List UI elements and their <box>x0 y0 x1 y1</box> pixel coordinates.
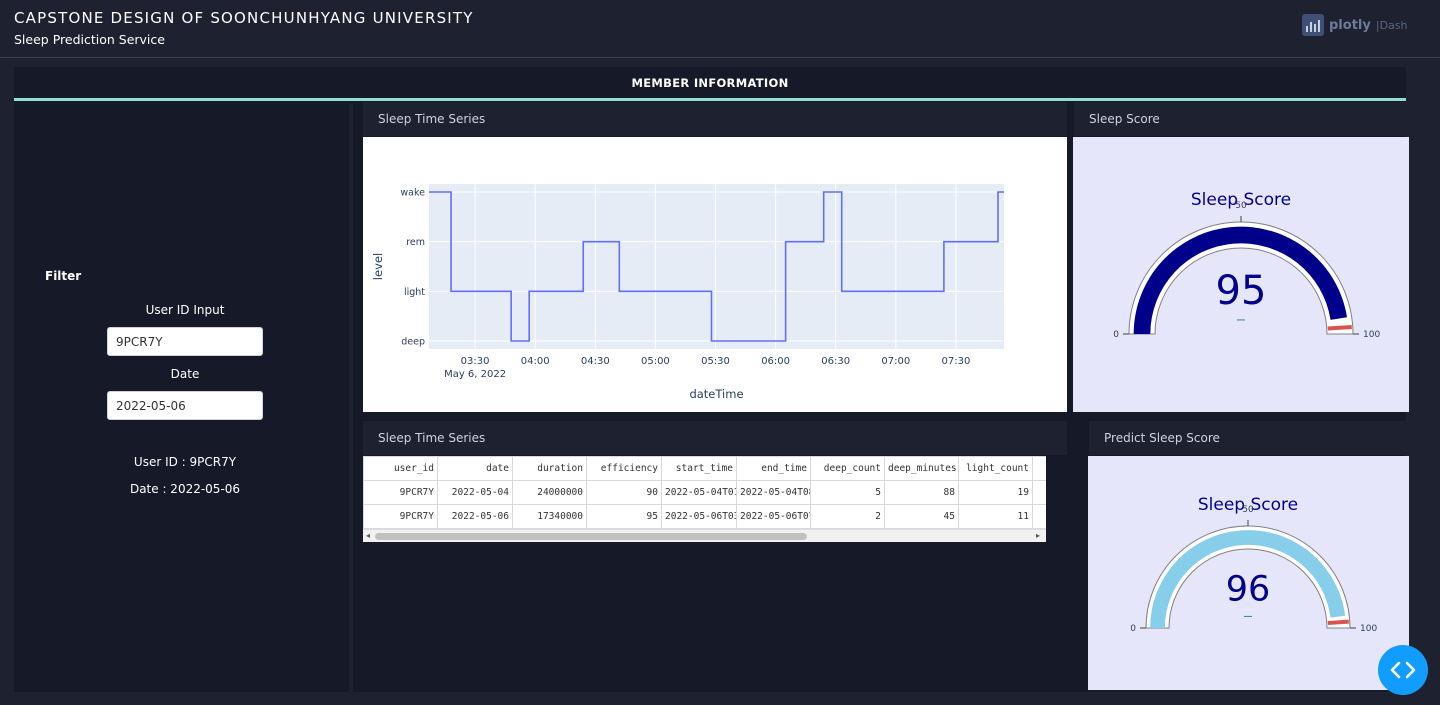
gauge-value: 95 <box>1216 268 1267 314</box>
table-row[interactable]: 9PCR7Y2022-05-0424000000902022-05-04T01:… <box>363 480 1046 505</box>
logo-text: plotly <box>1329 17 1371 33</box>
table-header-cell[interactable]: user_id <box>363 456 438 481</box>
plotly-dash-logo[interactable]: plotly |Dash <box>1302 14 1407 36</box>
gauge-value: 96 <box>1226 569 1271 609</box>
scrollbar-thumb[interactable] <box>375 533 807 540</box>
gauge-threshold-marker <box>1327 325 1352 331</box>
y-axis-title: level <box>371 253 385 280</box>
table-cell[interactable]: 2 <box>810 504 885 529</box>
banner-subtitle: Sleep Prediction Service <box>14 32 165 47</box>
date-label: Date <box>170 367 200 381</box>
score-panel-title: Sleep Score <box>1074 102 1406 136</box>
code-brackets-icon <box>1390 661 1416 679</box>
x-tick-label: 06:30 <box>821 356 850 367</box>
table-cell[interactable]: 95 <box>586 504 662 529</box>
table-cell[interactable]: 2022-05-06 <box>437 504 513 529</box>
table-panel-title: Sleep Time Series <box>363 421 1067 455</box>
table-cell[interactable]: 2022-05-04T01:4 <box>661 480 737 505</box>
timeseries-panel-title: Sleep Time Series <box>363 102 1067 136</box>
x-tick-label: 03:30 <box>461 356 490 367</box>
gauge-tick-label: 100 <box>1363 330 1380 340</box>
timeseries-svg: 03:30 04:00 04:30 05:00 05:30 06:00 06:30 07:00… <box>371 184 1005 401</box>
gauge-svg: Sleep Score05010096− <box>1130 495 1377 634</box>
table-cell[interactable]: 9PCR7Y <box>363 480 438 505</box>
sleep-data-table[interactable]: user_id date duration efficiency start_time e… <box>363 456 1046 542</box>
table-cell[interactable]: 24000000 <box>512 480 587 505</box>
data-table: user_id date duration efficiency start_time e… <box>363 456 1046 529</box>
gauge-threshold-marker <box>1327 619 1349 625</box>
filter-sidebar: Filter User ID Input Date User ID : 9PCR… <box>14 104 353 692</box>
tab-member-information[interactable]: MEMBER INFORMATION <box>632 76 789 90</box>
table-header-cell[interactable]: efficiency <box>586 456 662 481</box>
table-header-cell-overflow <box>1032 456 1046 481</box>
dash-debug-button[interactable] <box>1378 645 1428 695</box>
table-cell[interactable]: 17340000 <box>512 504 587 529</box>
table-cell-overflow <box>1032 480 1046 505</box>
date-input[interactable] <box>107 391 263 420</box>
x-date-label: May 6, 2022 <box>444 369 506 380</box>
table-header-cell[interactable]: light_count <box>958 456 1033 481</box>
table-header-cell[interactable]: date <box>437 456 513 481</box>
table-cell[interactable]: 45 <box>884 504 959 529</box>
sleep-score-gauge[interactable]: Sleep Score 0 50 100 95− <box>1073 137 1409 412</box>
plot-area <box>429 184 1004 349</box>
table-cell[interactable]: 2022-05-04T08:2 <box>736 480 811 505</box>
table-cell[interactable]: 9PCR7Y <box>363 504 438 529</box>
x-tick-label: 04:00 <box>521 356 550 367</box>
logo-product: |Dash <box>1375 18 1408 32</box>
sleep-timeseries-plot[interactable]: 03:30 04:00 04:30 05:00 05:30 06:00 06:30 07:00… <box>363 137 1067 412</box>
predict-panel-title: Predict Sleep Score <box>1089 421 1406 455</box>
gauge-tick-label: 100 <box>1360 624 1377 634</box>
table-cell[interactable]: 19 <box>958 480 1033 505</box>
gauge-tick-label: 0 <box>1113 330 1119 340</box>
selected-date: Date : 2022-05-06 <box>129 482 241 496</box>
table-cell[interactable]: 2022-05-06T07:5 <box>736 504 811 529</box>
table-header-cell[interactable]: duration <box>512 456 587 481</box>
gauge-delta: − <box>1243 609 1254 624</box>
table-cell[interactable]: 88 <box>884 480 959 505</box>
y-tick-label: wake <box>400 188 425 199</box>
y-tick-label: rem <box>406 237 425 248</box>
gauge-tick-label: 50 <box>1242 505 1254 515</box>
x-tick-label: 07:30 <box>942 356 971 367</box>
x-tick-label: 05:30 <box>701 356 730 367</box>
x-axis-title: dateTime <box>689 387 743 401</box>
gauge-delta: − <box>1236 313 1247 328</box>
banner-title: CAPSTONE DESIGN OF SOONCHUNHYANG UNIVERS… <box>14 9 474 27</box>
selected-user-id: User ID : 9PCR7Y <box>133 455 237 469</box>
table-header-cell[interactable]: end_time <box>736 456 811 481</box>
table-cell[interactable]: 5 <box>810 480 885 505</box>
table-horizontal-scrollbar[interactable]: ◂ ▸ <box>363 529 1046 542</box>
x-tick-label: 06:00 <box>761 356 790 367</box>
x-tick-label: 07:00 <box>881 356 910 367</box>
table-header-cell[interactable]: deep_minutes <box>884 456 959 481</box>
table-cell-overflow <box>1032 504 1046 529</box>
tab-bar: MEMBER INFORMATION <box>14 67 1406 101</box>
scroll-left-icon[interactable]: ◂ <box>366 531 370 540</box>
gauge-tick-label: 0 <box>1130 624 1136 634</box>
x-tick-label: 05:00 <box>641 356 670 367</box>
table-cell[interactable]: 90 <box>586 480 662 505</box>
table-cell[interactable]: 11 <box>958 504 1033 529</box>
scroll-right-icon[interactable]: ▸ <box>1036 531 1040 540</box>
user-id-label: User ID Input <box>145 303 225 317</box>
filter-title: Filter <box>45 269 82 283</box>
gauge-tick-label: 50 <box>1235 201 1247 211</box>
y-tick-label: deep <box>401 337 425 348</box>
gauge-svg: Sleep Score05010095− <box>1113 190 1380 340</box>
app-container: MEMBER INFORMATION Filter User ID Input … <box>14 67 1409 692</box>
user-id-input[interactable] <box>107 327 263 356</box>
predict-score-gauge[interactable]: Sleep Score 0 50 100 96− <box>1088 456 1409 690</box>
table-header-cell[interactable]: start_time <box>661 456 737 481</box>
y-tick-label: light <box>404 287 425 298</box>
logo-product-label: Dash <box>1379 18 1408 32</box>
table-cell[interactable]: 2022-05-06T03:0 <box>661 504 737 529</box>
app-banner: CAPSTONE DESIGN OF SOONCHUNHYANG UNIVERS… <box>0 0 1440 58</box>
table-header-cell[interactable]: deep_count <box>810 456 885 481</box>
plotly-logo-icon <box>1302 14 1324 36</box>
table-row[interactable]: 9PCR7Y2022-05-0617340000952022-05-06T03:… <box>363 504 1046 529</box>
x-tick-label: 04:30 <box>581 356 610 367</box>
table-cell[interactable]: 2022-05-04 <box>437 480 513 505</box>
